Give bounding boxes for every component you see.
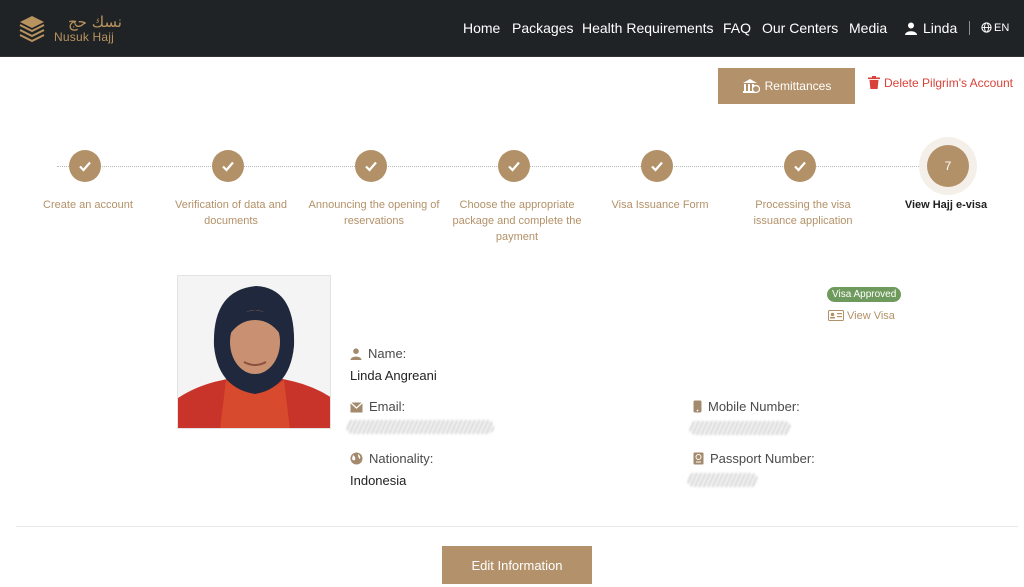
- nav-faq[interactable]: FAQ: [723, 20, 751, 36]
- trash-icon: [868, 76, 880, 89]
- remittances-button[interactable]: Remittances: [718, 68, 855, 104]
- step-5-check-icon: [641, 150, 673, 182]
- delete-account-button[interactable]: Delete Pilgrim's Account: [868, 76, 1013, 90]
- step-4-label: Choose the appropriate package and compl…: [452, 199, 582, 243]
- view-visa-label: View Visa: [847, 310, 895, 322]
- step-7-current: 7: [927, 145, 969, 187]
- step-3-check-icon: [355, 150, 387, 182]
- nationality-label-text: Nationality:: [369, 451, 434, 466]
- nav-packages[interactable]: Packages: [512, 20, 573, 36]
- passport-label-text: Passport Number:: [710, 451, 815, 466]
- remittances-label: Remittances: [764, 79, 832, 93]
- pilgrim-photo: [177, 275, 331, 429]
- step-7-number: 7: [944, 159, 952, 173]
- nationality-value: Indonesia: [350, 473, 407, 488]
- header-separator: [969, 21, 970, 35]
- step-6-check-icon: [784, 150, 816, 182]
- nationality-label: Nationality:: [350, 451, 433, 466]
- nav-health-requirements[interactable]: Health Requirements: [582, 20, 714, 36]
- step-3-label: Announcing the opening of reservations: [308, 199, 440, 227]
- mobile-value-redacted: [689, 421, 791, 435]
- kaaba-logo-icon: [19, 16, 45, 43]
- step-2-label: Verification of data and documents: [175, 199, 287, 227]
- passport-value-redacted: [687, 473, 758, 487]
- email-value-redacted: [346, 420, 494, 434]
- person-icon: [350, 348, 362, 360]
- section-divider: [16, 526, 1018, 527]
- view-visa-link[interactable]: View Visa: [828, 310, 895, 322]
- step-1-check-icon: [69, 150, 101, 182]
- globe-icon: [350, 452, 363, 465]
- user-menu[interactable]: Linda: [905, 20, 957, 36]
- nav-home[interactable]: Home: [463, 20, 500, 36]
- passport-label: Passport Number:: [693, 451, 815, 466]
- logo-arabic-text: نسك حج: [68, 13, 122, 31]
- name-label: Name:: [350, 346, 406, 361]
- mobile-label: Mobile Number:: [693, 399, 800, 414]
- envelope-icon: [350, 402, 363, 413]
- step-4-check-icon: [498, 150, 530, 182]
- phone-icon: [693, 400, 702, 413]
- id-card-icon: [828, 310, 844, 321]
- edit-information-button[interactable]: Edit Information: [442, 546, 592, 584]
- language-label: EN: [994, 22, 1010, 34]
- name-value: Linda Angreani: [350, 368, 437, 383]
- name-label-text: Name:: [368, 346, 407, 361]
- step-6-label: Processing the visa issuance application: [753, 199, 853, 227]
- mobile-label-text: Mobile Number:: [708, 399, 800, 414]
- step-1-label: Create an account: [43, 199, 133, 211]
- email-label-text: Email:: [369, 399, 406, 414]
- passport-icon: [693, 452, 704, 465]
- nav-media[interactable]: Media: [849, 20, 887, 36]
- step-5-label: Visa Issuance Form: [611, 199, 709, 211]
- visa-status-badge: Visa Approved: [827, 287, 902, 302]
- email-label: Email:: [350, 399, 405, 414]
- globe-icon: [981, 22, 992, 33]
- step-2-check-icon: [212, 150, 244, 182]
- nav-our-centers[interactable]: Our Centers: [762, 20, 838, 36]
- bank-icon: [742, 79, 760, 94]
- delete-account-label: Delete Pilgrim's Account: [884, 76, 1014, 90]
- logo-english-text: Nusuk Hajj: [54, 30, 115, 44]
- language-switcher[interactable]: EN: [981, 22, 1009, 34]
- top-navbar: نسك حج Nusuk Hajj Home Packages Health R…: [0, 0, 1024, 57]
- step-7-label: View Hajj e-visa: [904, 199, 988, 211]
- user-name: Linda: [923, 20, 958, 36]
- nusuk-hajj-logo[interactable]: نسك حج Nusuk Hajj: [16, 12, 126, 46]
- user-icon: [905, 22, 917, 35]
